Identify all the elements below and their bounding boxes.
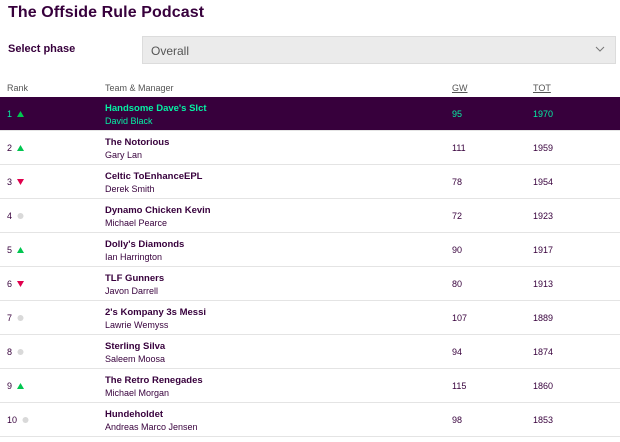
total-points: 1874 — [533, 347, 554, 357]
header-tot[interactable]: TOT — [533, 83, 551, 93]
total-points: 1913 — [533, 279, 554, 289]
table-header: Rank Team & Manager GW TOT — [0, 79, 620, 97]
team-name-link[interactable]: Sterling Silva — [105, 341, 165, 352]
no-change-icon — [17, 213, 24, 219]
gameweek-points: 78 — [452, 177, 463, 187]
manager-name: Andreas Marco Jensen — [105, 422, 198, 432]
table-row: 9 The Retro Renegades Michael Morgan 115 186… — [0, 369, 620, 403]
rank-up-icon — [17, 145, 24, 151]
rank-number: 4 — [7, 211, 13, 221]
header-gw[interactable]: GW — [452, 83, 468, 93]
rank-number: 1 — [7, 109, 13, 119]
manager-name: Javon Darrell — [105, 286, 159, 296]
table-row: 1 Handsome Dave's Slct David Black 95 1970 — [0, 97, 620, 131]
gameweek-points: 111 — [452, 143, 466, 153]
phase-selected-value: Overall — [151, 44, 190, 58]
gameweek-points: 98 — [452, 415, 463, 425]
manager-name: Michael Morgan — [105, 388, 170, 398]
total-points: 1959 — [533, 143, 554, 153]
rank-up-icon — [17, 383, 24, 389]
rank-number: 7 — [7, 313, 13, 323]
rank-up-icon — [17, 111, 24, 117]
rank-down-icon — [17, 281, 24, 287]
phase-select[interactable]: Overall — [142, 36, 616, 64]
manager-name: Michael Pearce — [105, 218, 168, 228]
team-name-link[interactable]: Handsome Dave's Slct — [105, 103, 207, 114]
total-points: 1889 — [533, 313, 554, 323]
rank-number: 9 — [7, 381, 13, 391]
total-points: 1954 — [533, 177, 554, 187]
team-name-link[interactable]: Dynamo Chicken Kevin — [105, 205, 211, 216]
team-name-link[interactable]: 2's Kompany 3s Messi — [105, 307, 206, 318]
team-name-link[interactable]: Dolly's Diamonds — [105, 239, 184, 250]
rank-down-icon — [17, 179, 24, 185]
total-points: 1923 — [533, 211, 554, 221]
no-change-icon — [17, 349, 24, 355]
team-name-link[interactable]: The Notorious — [105, 137, 169, 148]
table-row: 3 Celtic ToEnhanceEPL Derek Smith 78 1954 — [0, 165, 620, 199]
table-row: 10 Hundeholdet Andreas Marco Jensen 98 1853 — [0, 403, 620, 437]
manager-name: Ian Harrington — [105, 252, 163, 262]
rank-number: 5 — [7, 245, 13, 255]
manager-name: Saleem Moosa — [105, 354, 166, 364]
table-row: 4 Dynamo Chicken Kevin Michael Pearce 72 192… — [0, 199, 620, 233]
gameweek-points: 115 — [452, 381, 467, 391]
gameweek-points: 80 — [452, 279, 463, 289]
table-row: 6 TLF Gunners Javon Darrell 80 1913 — [0, 267, 620, 301]
header-team: Team & Manager — [105, 83, 174, 93]
gameweek-points: 95 — [452, 109, 463, 119]
page-title: The Offside Rule Podcast — [8, 4, 205, 21]
gameweek-points: 107 — [452, 313, 468, 323]
manager-name: Derek Smith — [105, 184, 155, 194]
rank-number: 6 — [7, 279, 13, 289]
rank-number: 3 — [7, 177, 13, 187]
team-name-link[interactable]: TLF Gunners — [105, 273, 164, 284]
gameweek-points: 94 — [452, 347, 463, 357]
total-points: 1853 — [533, 415, 554, 425]
table-row: 2 The Notorious Gary Lan 111 1959 — [0, 131, 620, 165]
table-row: 8 Sterling Silva Saleem Moosa 94 1874 — [0, 335, 620, 369]
phase-label: Select phase — [8, 43, 76, 55]
rank-up-icon — [17, 247, 24, 253]
team-name-link[interactable]: Celtic ToEnhanceEPL — [105, 171, 202, 182]
manager-name: David Black — [105, 116, 153, 126]
manager-name: Lawrie Wemyss — [105, 320, 169, 330]
team-name-link[interactable]: The Retro Renegades — [105, 375, 203, 386]
chevron-down-icon — [595, 46, 605, 52]
rank-number: 8 — [7, 347, 13, 357]
gameweek-points: 90 — [452, 245, 463, 255]
header-rank: Rank — [7, 83, 29, 93]
no-change-icon — [17, 315, 24, 321]
rank-number: 2 — [7, 143, 13, 153]
total-points: 1970 — [533, 109, 554, 119]
table-row: 7 2's Kompany 3s Messi Lawrie Wemyss 107 188… — [0, 301, 620, 335]
no-change-icon — [22, 417, 29, 423]
rank-number: 10 — [7, 415, 18, 425]
team-name-link[interactable]: Hundeholdet — [105, 409, 163, 420]
standings-table: 1 Handsome Dave's Slct David Black 95 1970 2 T… — [0, 97, 620, 437]
total-points: 1917 — [533, 245, 554, 255]
total-points: 1860 — [533, 381, 554, 391]
manager-name: Gary Lan — [105, 150, 143, 160]
table-row: 5 Dolly's Diamonds Ian Harrington 90 1917 — [0, 233, 620, 267]
gameweek-points: 72 — [452, 211, 463, 221]
